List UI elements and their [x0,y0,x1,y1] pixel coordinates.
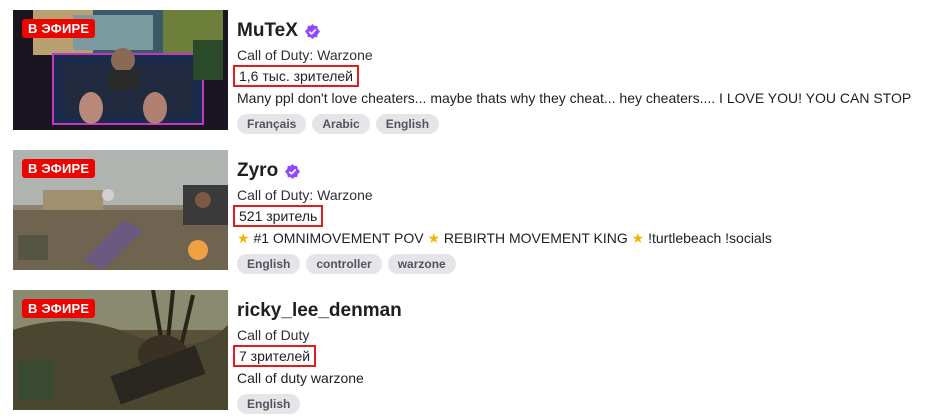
title-part: #1 OMNIMOVEMENT POV [253,230,424,246]
tag[interactable]: controller [306,254,382,274]
viewer-count: 521 зритель [233,205,324,227]
verified-icon [285,163,301,179]
stream-thumbnail[interactable]: В ЭФИРЕ [13,290,228,410]
stream-result-mutex: В ЭФИРЕ MuTeX Call of Duty: Warzone 1,6 … [13,10,944,134]
tag-list: English [237,394,301,414]
tag[interactable]: English [237,394,301,414]
channel-name-row: ricky_lee_denman [237,299,402,323]
stream-title: Call of duty warzone [237,370,364,386]
channel-name-row: MuTeX [237,19,320,43]
verified-icon [304,23,320,39]
stream-thumbnail[interactable]: В ЭФИРЕ [13,150,228,270]
live-badge: В ЭФИРЕ [22,159,96,178]
tag[interactable]: warzone [387,254,456,274]
tag[interactable]: Français [237,114,307,134]
game-name[interactable]: Call of Duty: Warzone [237,187,373,203]
stream-thumbnail[interactable]: В ЭФИРЕ [13,10,228,130]
star-emoji-icon: ★ [237,230,250,246]
game-name[interactable]: Call of Duty: Warzone [237,47,373,63]
live-badge: В ЭФИРЕ [22,299,96,318]
tag[interactable]: Arabic [312,114,370,134]
tag-list: English controller warzone [237,254,456,274]
stream-title: ★ #1 OMNIMOVEMENT POV ★ REBIRTH MOVEMENT… [237,230,943,247]
live-badge: В ЭФИРЕ [22,19,96,38]
stream-result-zyro: В ЭФИРЕ Zyro Call of Duty: Warzone 521 з… [13,150,944,274]
channel-name[interactable]: MuTeX [237,20,298,42]
tag[interactable]: English [375,114,440,134]
stream-title: Many ppl don't love cheaters... maybe th… [237,90,912,106]
stream-result-ricky-lee-denman: В ЭФИРЕ ricky_lee_denman Call of Duty 7 … [13,290,944,414]
tag-list: Français Arabic English [237,114,440,134]
channel-name-row: Zyro [237,159,301,183]
channel-name[interactable]: Zyro [237,160,278,182]
title-part: !turtlebeach !socials [648,230,772,246]
game-name[interactable]: Call of Duty [237,327,309,343]
tag[interactable]: English [237,254,301,274]
viewer-count: 1,6 тыс. зрителей [233,65,359,87]
channel-name[interactable]: ricky_lee_denman [237,300,402,322]
star-emoji-icon: ★ [631,230,645,246]
title-part: REBIRTH MOVEMENT KING [443,230,628,246]
viewer-count: 7 зрителей [233,345,317,367]
star-emoji-icon: ★ [427,230,441,246]
